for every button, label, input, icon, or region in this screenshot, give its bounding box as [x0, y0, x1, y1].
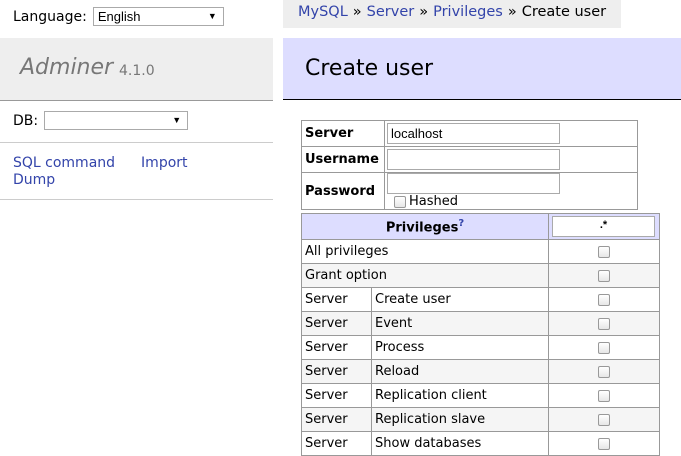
privilege-checkbox[interactable] — [598, 317, 610, 330]
password-label: Password — [301, 172, 385, 210]
privilege-row: Server Show databases — [301, 431, 660, 456]
dump-link[interactable]: Dump — [13, 172, 55, 188]
password-row: Password Hashed — [301, 172, 638, 210]
privilege-checkbox[interactable] — [598, 341, 610, 354]
privilege-name: Show databases — [371, 431, 549, 456]
divider — [0, 142, 273, 143]
privilege-group: Server — [301, 407, 372, 432]
server-label: Server — [301, 120, 385, 147]
privilege-checkbox-cell — [548, 383, 660, 408]
divider — [0, 199, 273, 200]
menu-links: SQL command Import Dump — [13, 155, 188, 189]
server-input[interactable]: localhost — [387, 123, 560, 144]
username-row: Username — [301, 146, 638, 173]
privilege-row: All privileges — [301, 239, 660, 264]
breadcrumb-current: Create user — [521, 4, 607, 20]
breadcrumb-separator: » — [419, 4, 429, 20]
language-selector: Language: English ▼ — [13, 7, 224, 26]
privilege-group: Server — [301, 287, 372, 312]
chevron-down-icon: ▼ — [207, 11, 217, 21]
object-header: .* — [548, 213, 660, 240]
privilege-name: Process — [371, 335, 549, 360]
privileges-header-row: Privileges? .* — [301, 213, 660, 240]
privilege-row: Server Process — [301, 335, 660, 360]
import-link[interactable]: Import — [141, 155, 187, 172]
privilege-group: Server — [301, 383, 372, 408]
sql-command-link[interactable]: SQL command — [13, 155, 115, 172]
username-label: Username — [301, 146, 385, 173]
chevron-down-icon: ▼ — [172, 115, 182, 125]
privilege-checkbox-cell — [548, 407, 660, 432]
privilege-name: Event — [371, 311, 549, 336]
privilege-checkbox-cell — [548, 311, 660, 336]
privilege-checkbox[interactable] — [598, 293, 610, 306]
username-input[interactable] — [387, 149, 560, 170]
privilege-name: Reload — [371, 359, 549, 384]
privileges-title: Privileges — [385, 220, 459, 236]
privilege-name: Replication client — [371, 383, 549, 408]
breadcrumb-server[interactable]: Server — [367, 4, 415, 20]
privilege-name: Create user — [371, 287, 549, 312]
privilege-checkbox[interactable] — [598, 245, 610, 258]
breadcrumb-separator: » — [352, 4, 362, 20]
app-version: 4.1.0 — [119, 63, 155, 79]
language-label: Language: — [13, 8, 87, 25]
privilege-checkbox-cell — [548, 239, 660, 264]
privilege-name: Replication slave — [371, 407, 549, 432]
privilege-label: All privileges — [301, 239, 549, 264]
privilege-checkbox-cell — [548, 287, 660, 312]
privilege-group: Server — [301, 359, 372, 384]
server-row: Server localhost — [301, 120, 638, 147]
db-label: DB: — [13, 112, 39, 129]
language-select[interactable]: English ▼ — [92, 7, 224, 26]
privilege-group: Server — [301, 431, 372, 456]
app-name-link[interactable]: Adminer — [20, 55, 113, 80]
privilege-group: Server — [301, 335, 372, 360]
hashed-option[interactable]: Hashed — [394, 194, 458, 209]
privilege-checkbox[interactable] — [598, 413, 610, 426]
privilege-group: Server — [301, 311, 372, 336]
privilege-checkbox-cell — [548, 431, 660, 456]
page-header: Create user — [283, 38, 681, 100]
privilege-checkbox-cell — [548, 359, 660, 384]
privilege-row: Server Create user — [301, 287, 660, 312]
breadcrumb: MySQL» Server» Privileges» Create user — [283, 0, 622, 28]
hashed-checkbox[interactable] — [394, 195, 406, 208]
object-input[interactable]: .* — [552, 216, 655, 237]
breadcrumb-separator: » — [507, 4, 517, 20]
db-select[interactable]: ▼ — [44, 111, 189, 130]
app-header: Adminer 4.1.0 — [0, 38, 273, 101]
privileges-table: Privileges? .* All privileges Grant optio… — [301, 213, 660, 456]
privilege-checkbox-cell — [548, 263, 660, 288]
page-title: Create user — [305, 56, 434, 81]
privilege-label: Grant option — [301, 263, 549, 288]
privilege-row: Server Event — [301, 311, 660, 336]
language-value: English — [97, 9, 141, 24]
hashed-label: Hashed — [409, 194, 459, 209]
privilege-row: Grant option — [301, 263, 660, 288]
privilege-row: Server Reload — [301, 359, 660, 384]
privileges-header: Privileges? — [301, 213, 549, 240]
privilege-checkbox[interactable] — [598, 365, 610, 378]
user-form: Server localhost Username Password Hashe… — [301, 120, 638, 210]
privilege-checkbox[interactable] — [598, 269, 610, 282]
privilege-row: Server Replication slave — [301, 407, 660, 432]
db-selector: DB: ▼ — [13, 111, 189, 130]
privilege-checkbox-cell — [548, 335, 660, 360]
privileges-help-link[interactable]: ? — [458, 218, 464, 229]
breadcrumb-mysql[interactable]: MySQL — [298, 4, 348, 20]
privilege-row: Server Replication client — [301, 383, 660, 408]
privilege-checkbox[interactable] — [598, 389, 610, 402]
breadcrumb-privileges[interactable]: Privileges — [433, 4, 503, 20]
password-input[interactable] — [387, 173, 560, 194]
privilege-checkbox[interactable] — [598, 437, 610, 450]
